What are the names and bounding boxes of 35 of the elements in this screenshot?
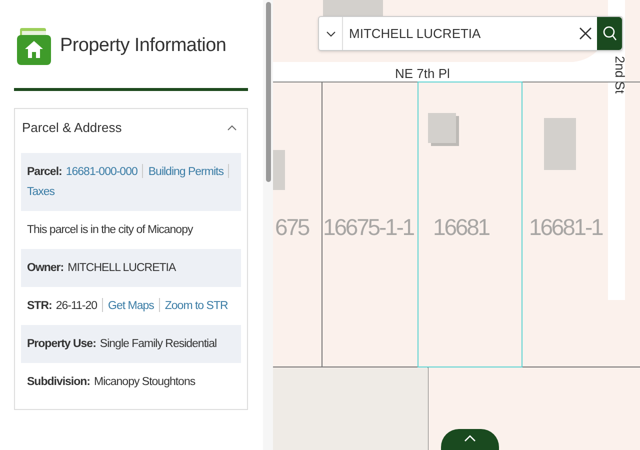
info-link[interactable]: Get Maps bbox=[108, 300, 154, 312]
street-label: NE 7th Pl bbox=[395, 65, 450, 83]
parcel-number: 16681 bbox=[433, 213, 489, 242]
search-field[interactable]: MITCHELL LUCRETIA bbox=[343, 17, 573, 50]
info-link[interactable]: Building Permits bbox=[148, 166, 224, 178]
house-folder-icon bbox=[16, 26, 52, 66]
chevron-icon[interactable] bbox=[227, 124, 237, 131]
search-bar[interactable]: MITCHELL LUCRETIA bbox=[318, 16, 623, 51]
chevron-up-icon bbox=[464, 435, 476, 442]
field-value: MITCHELL LUCRETIA bbox=[68, 262, 176, 274]
search-icon bbox=[602, 26, 616, 41]
info-link[interactable]: Taxes bbox=[27, 186, 55, 198]
street-label: 2nd St bbox=[612, 56, 628, 94]
expand-tab[interactable] bbox=[441, 429, 499, 450]
field-label: Parcel: bbox=[27, 166, 62, 178]
map[interactable]: NE 7th Pl 2nd St 675 16675-1-1 16681 16681-1 MITCHELL LUCRETIA bbox=[273, 0, 640, 450]
field-value: Micanopy Stoughtons bbox=[94, 376, 196, 388]
info-link[interactable]: 16681-000-000 bbox=[66, 166, 138, 178]
chevron-down-icon bbox=[326, 30, 336, 36]
field-value: Single Family Residential bbox=[100, 338, 217, 350]
close-icon bbox=[578, 27, 592, 40]
parcel-number: 16681-1 bbox=[529, 213, 602, 242]
field-label: Subdivision: bbox=[27, 376, 90, 388]
parcel-number: 16675-1-1 bbox=[323, 213, 414, 242]
section-title: Parcel & Address bbox=[22, 119, 122, 137]
field-value: This parcel is in the city of Micanopy bbox=[27, 224, 193, 236]
field-value: 26-11-20 bbox=[56, 300, 98, 312]
field-label: Owner: bbox=[27, 262, 64, 274]
panel-title: Property Information bbox=[60, 34, 226, 58]
scrollbar[interactable] bbox=[263, 0, 273, 450]
search-button[interactable] bbox=[597, 17, 622, 50]
info-link[interactable]: Zoom to STR bbox=[164, 300, 228, 312]
parcel-number: 675 bbox=[275, 213, 309, 242]
field-label: Property Use: bbox=[27, 338, 96, 350]
field-label: STR: bbox=[27, 300, 52, 312]
